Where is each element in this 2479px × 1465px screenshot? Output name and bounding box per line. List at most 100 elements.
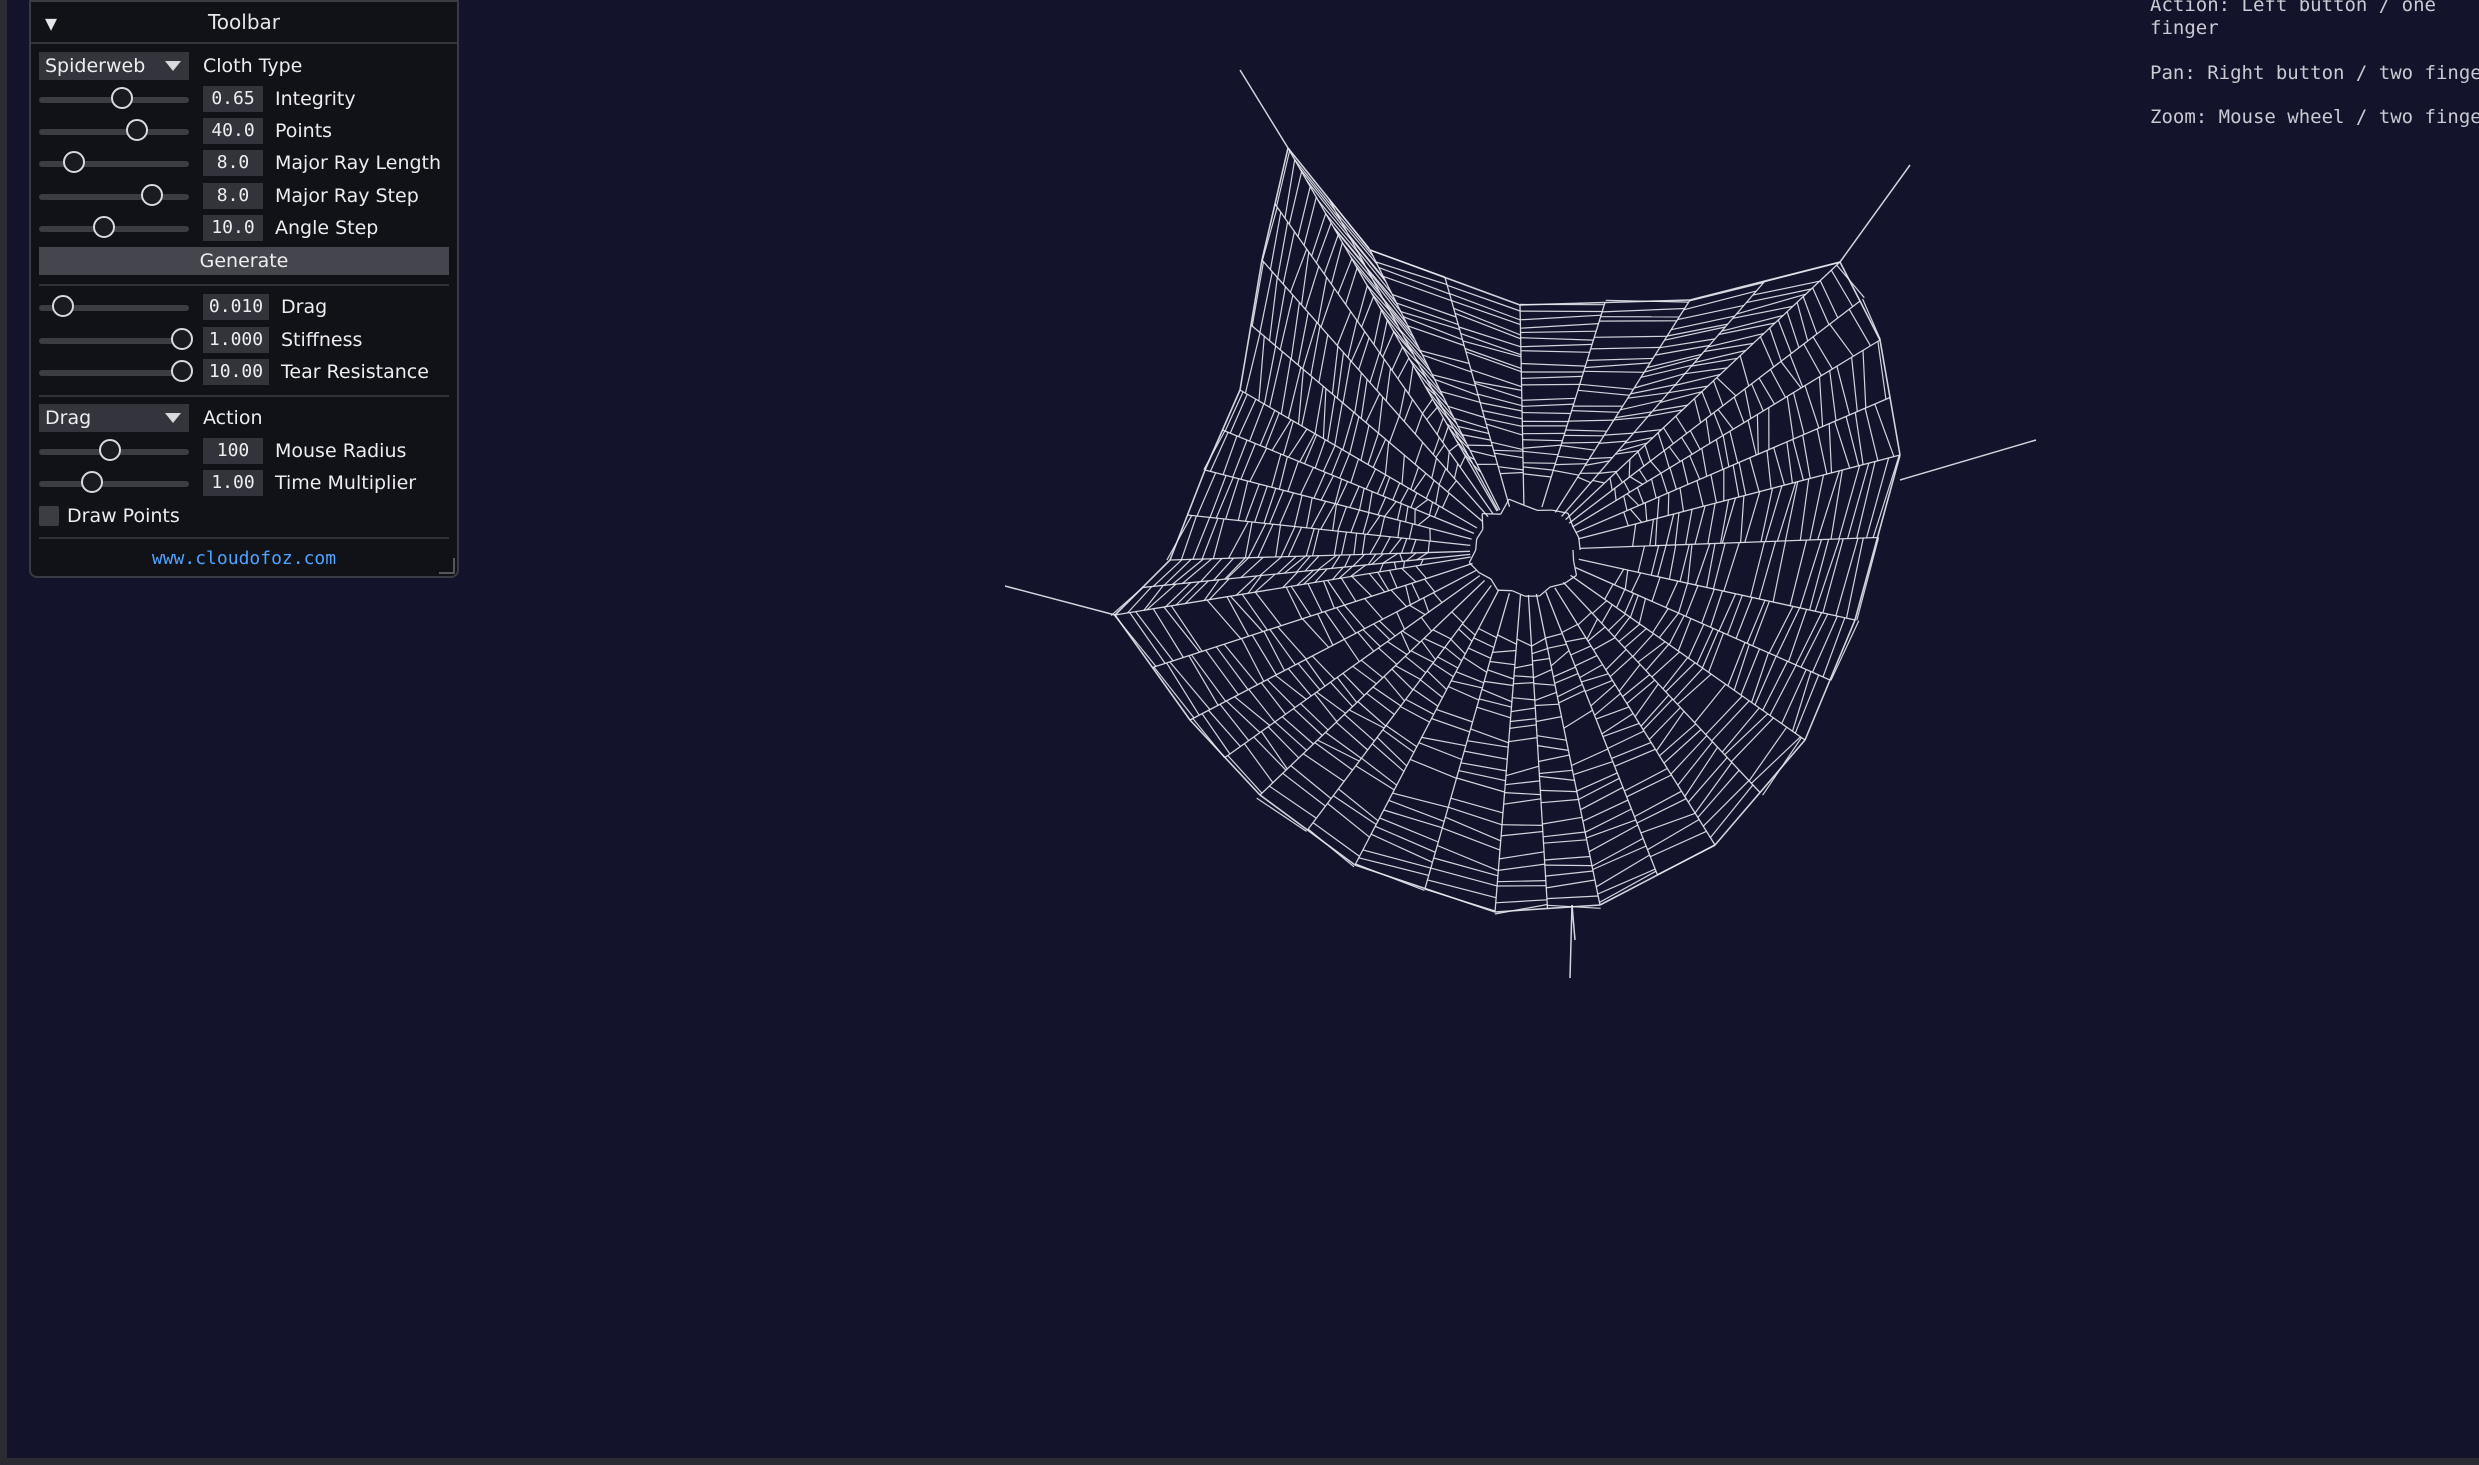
slider-knob[interactable] [92, 216, 115, 238]
web-strand [1263, 488, 1277, 524]
time-multiplier-slider[interactable] [39, 471, 189, 493]
web-strand [1649, 519, 1654, 546]
slider-knob[interactable] [140, 184, 163, 206]
web-strand [1350, 458, 1360, 483]
slider-knob[interactable] [110, 87, 133, 109]
drag-slider[interactable] [39, 295, 189, 317]
web-strand [1677, 583, 1689, 614]
web-strand [1192, 517, 1211, 560]
stiffness-slider[interactable] [39, 328, 193, 350]
slider-knob[interactable] [98, 439, 121, 461]
slider-knob[interactable] [125, 119, 148, 141]
web-strand [1344, 713, 1375, 742]
web-strand [1333, 531, 1339, 556]
web-strand [1287, 668, 1312, 697]
param-row-points: 40.0 Points [39, 117, 449, 145]
web-strand [1463, 656, 1488, 673]
web-strand [1311, 213, 1327, 257]
drag-value[interactable]: 0.010 [203, 294, 269, 320]
web-strand [1557, 455, 1589, 461]
web-strand [1257, 523, 1274, 558]
web-strand [1383, 809, 1443, 829]
web-strand [1330, 448, 1343, 476]
web-strand [1282, 420, 1294, 456]
web-strand [1537, 745, 1569, 751]
web-strand [1624, 593, 1635, 614]
web-strand [1501, 830, 1543, 837]
cloth-type-dropdown[interactable]: Spiderweb [39, 52, 189, 80]
web-strand [1357, 631, 1375, 652]
major-ray-step-value[interactable]: 8.0 [203, 183, 263, 209]
web-strand [1663, 450, 1670, 469]
website-link[interactable]: www.cloudofoz.com [31, 548, 457, 569]
web-strand [1260, 731, 1288, 770]
major-ray-step-slider[interactable] [39, 184, 189, 206]
web-strand [1470, 728, 1509, 744]
web-strand [1169, 469, 1206, 561]
web-strand [1579, 536, 1878, 550]
web-strand [1004, 585, 1116, 616]
web-strand [1546, 895, 1599, 900]
web-strand [1829, 323, 1854, 357]
web-strand [1760, 488, 1774, 542]
web-strand [1461, 434, 1491, 441]
web-strand [1276, 150, 1291, 207]
web-strand [1498, 863, 1545, 871]
mouse-radius-value[interactable]: 100 [203, 438, 263, 464]
resize-grip-icon[interactable] [439, 558, 455, 574]
action-dropdown[interactable]: Drag [39, 404, 189, 432]
mouse-radius-slider[interactable] [39, 439, 189, 461]
web-strand [1279, 492, 1295, 526]
web-strand [1327, 396, 1336, 442]
points-slider[interactable] [39, 119, 189, 141]
web-strand [1378, 647, 1398, 665]
web-strand [1388, 570, 1398, 589]
web-strand [1538, 754, 1570, 763]
web-strand [1685, 585, 1699, 617]
integrity-value[interactable]: 0.65 [203, 86, 263, 112]
generate-button[interactable]: Generate [39, 247, 449, 275]
web-strand [1535, 716, 1562, 723]
web-strand [1114, 614, 1191, 721]
web-strand [1615, 589, 1626, 608]
web-strand [1546, 879, 1595, 889]
major-ray-length-value[interactable]: 8.0 [203, 150, 263, 176]
web-strand [1322, 388, 1327, 439]
web-strand [1225, 700, 1261, 734]
points-value[interactable]: 40.0 [203, 118, 263, 144]
major-ray-length-slider[interactable] [39, 151, 189, 173]
web-strand [1495, 899, 1548, 904]
web-strand [1427, 540, 1430, 553]
web-strand [1451, 680, 1483, 689]
integrity-slider[interactable] [39, 87, 189, 109]
web-strand [1553, 666, 1576, 678]
web-strand [1374, 825, 1436, 853]
web-strand [1583, 370, 1645, 373]
stiffness-value[interactable]: 1.000 [203, 327, 269, 353]
web-strand [1608, 613, 1627, 632]
web-strand [1531, 637, 1546, 647]
time-multiplier-value[interactable]: 1.00 [203, 470, 263, 496]
web-strand [1340, 531, 1348, 556]
web-strand [1320, 475, 1335, 501]
web-strand [1410, 492, 1418, 508]
slider-knob[interactable] [80, 471, 103, 493]
web-strand [1712, 380, 1724, 406]
points-label: Points [275, 120, 333, 142]
web-strand [1446, 451, 1450, 471]
web-strand [1369, 352, 1381, 383]
stiffness-label: Stiffness [281, 329, 363, 351]
angle-step-value[interactable]: 10.0 [203, 215, 263, 241]
web-strand [1599, 440, 1627, 444]
slider-knob[interactable] [170, 360, 193, 382]
tear-resistance-slider[interactable] [39, 360, 193, 382]
angle-step-slider[interactable] [39, 216, 189, 238]
slider-knob[interactable] [62, 151, 85, 173]
web-strand [1524, 504, 1538, 512]
tear-resistance-value[interactable]: 10.00 [203, 359, 269, 385]
draw-points-checkbox[interactable] [39, 506, 59, 526]
slider-knob[interactable] [170, 328, 193, 350]
web-strand [1565, 429, 1607, 432]
slider-knob[interactable] [52, 295, 74, 317]
toolbar-title-bar[interactable]: ▼ Toolbar [31, 2, 457, 44]
